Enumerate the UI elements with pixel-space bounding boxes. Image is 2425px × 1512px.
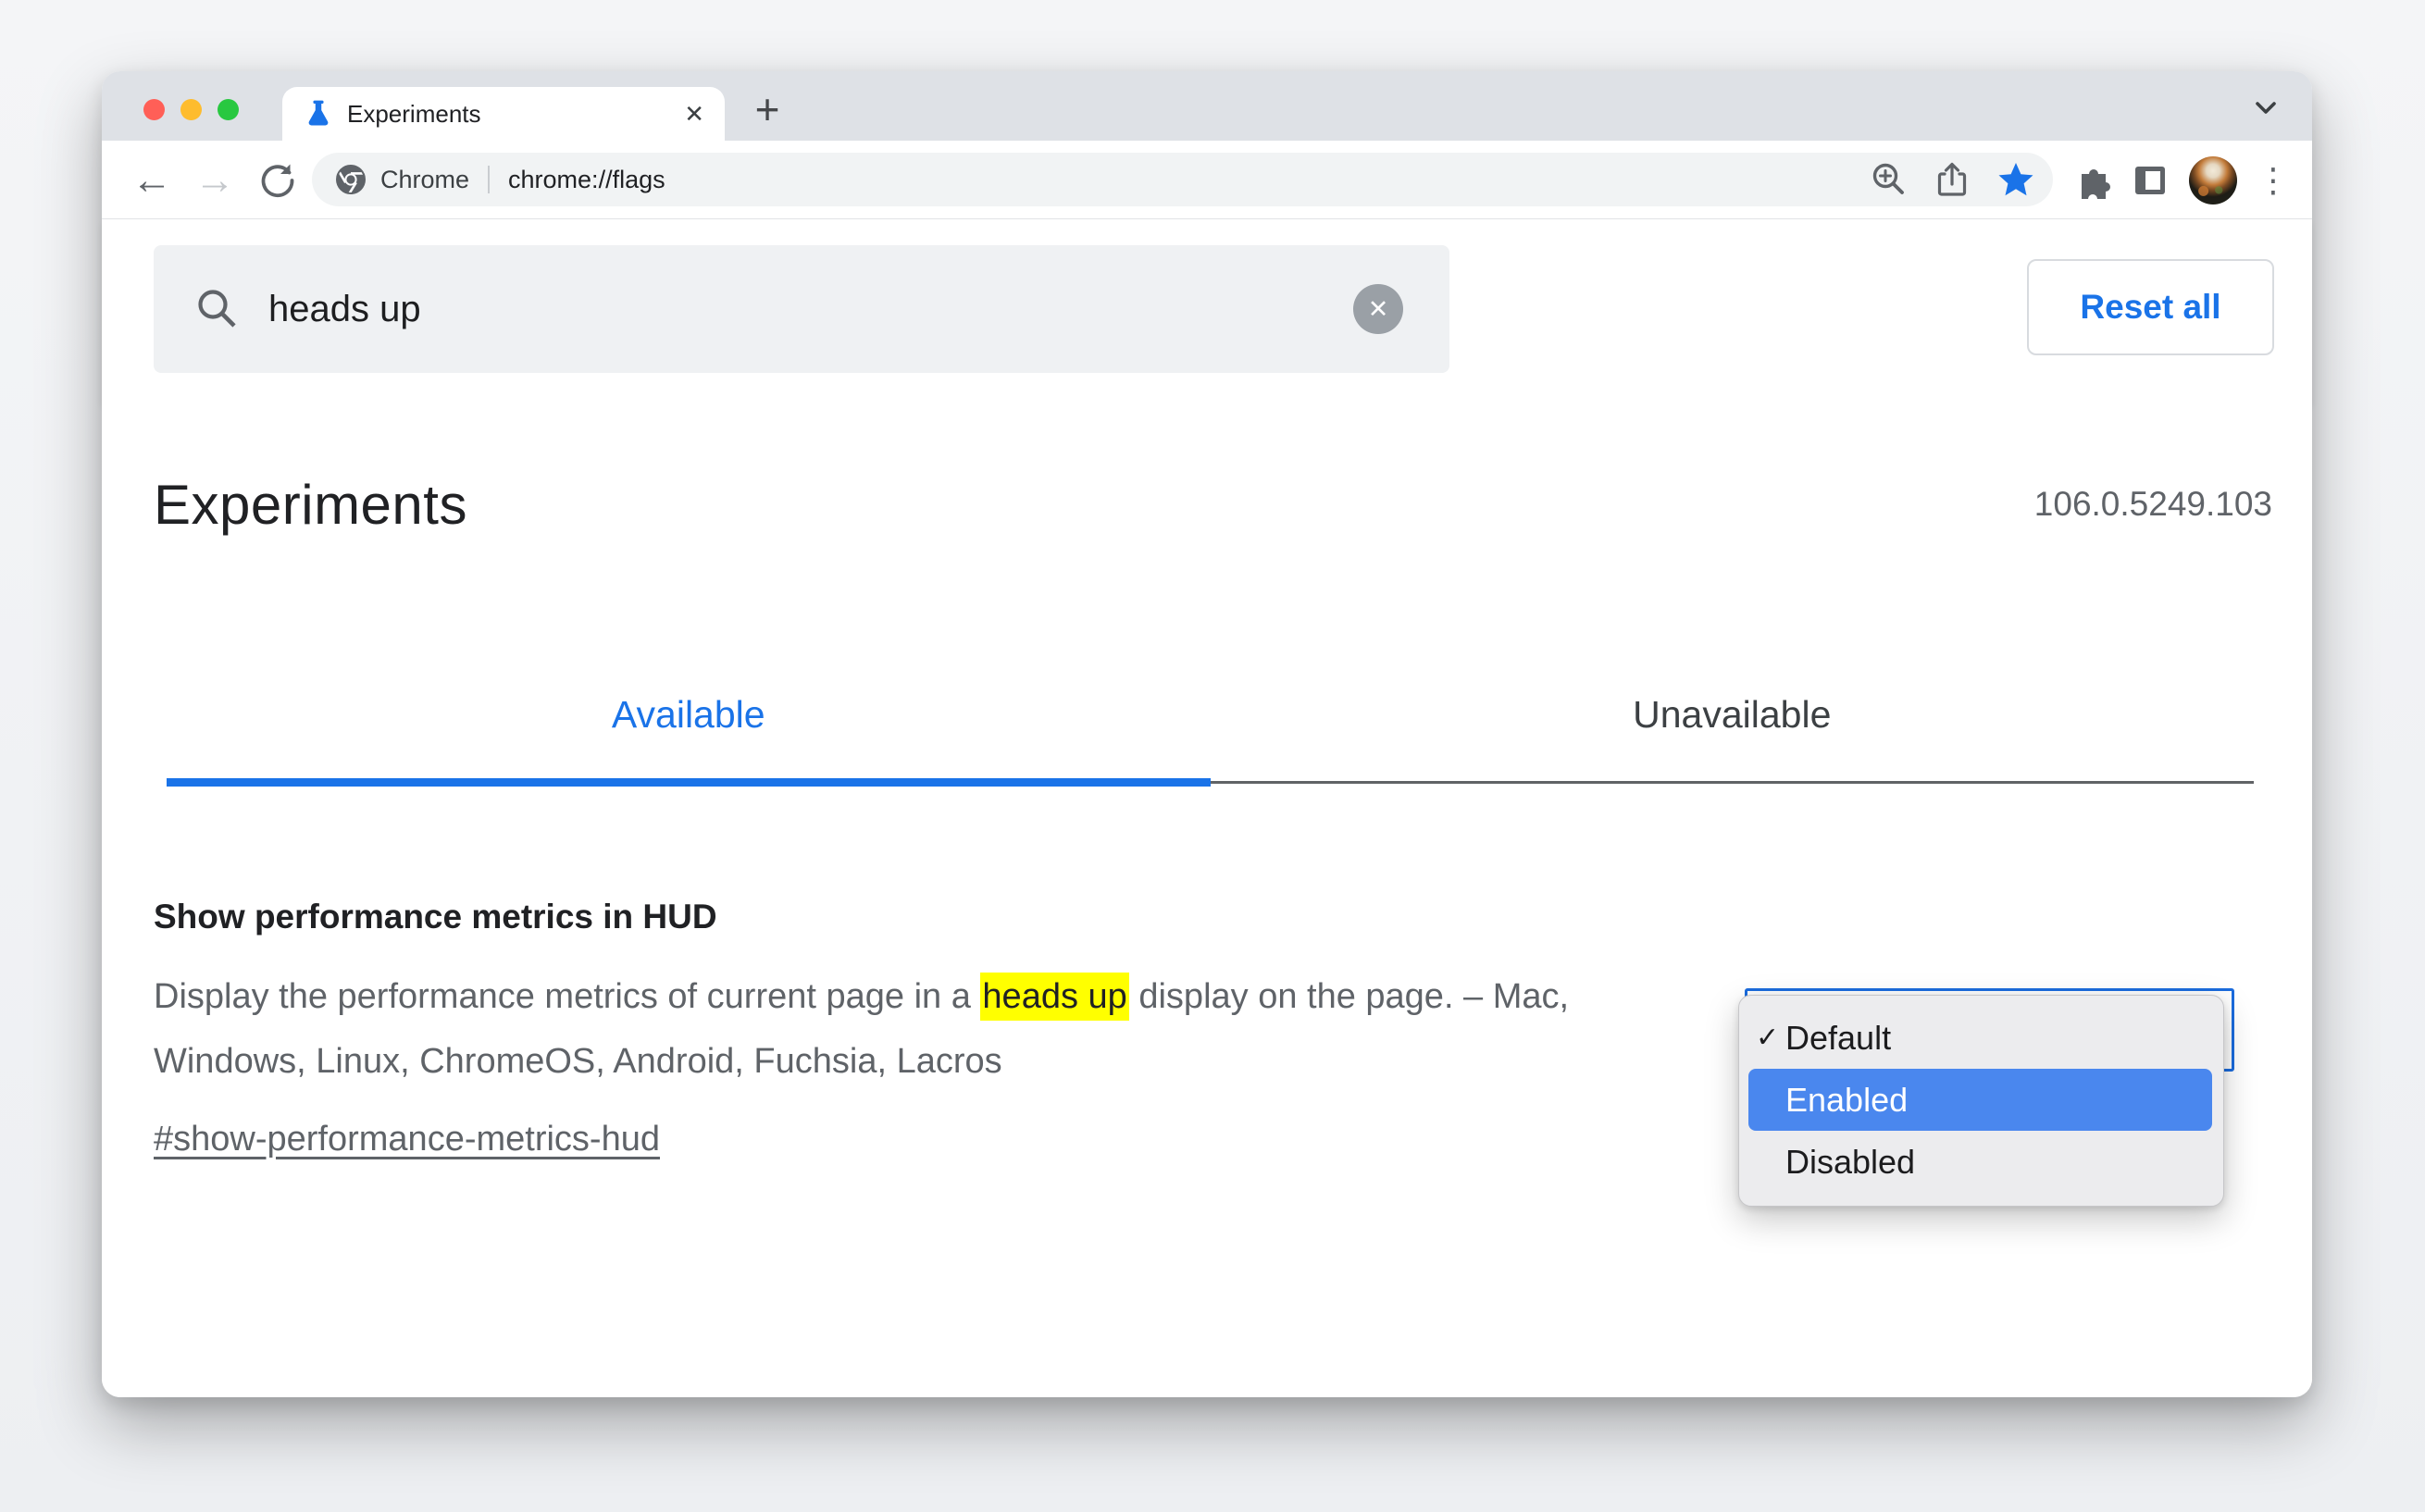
flags-search-input[interactable]: heads up ✕ [154, 245, 1449, 373]
menu-option-default[interactable]: ✓ Default [1739, 1007, 2223, 1069]
tab-available[interactable]: Available [167, 673, 1211, 781]
minimize-window-button[interactable] [180, 99, 202, 120]
url-text: chrome://flags [508, 165, 665, 193]
flag-permalink[interactable]: #show-performance-metrics-hud [154, 1120, 660, 1159]
flags-tabs-bar: Available Unavailable [167, 673, 2255, 787]
tab-title: Experiments [347, 99, 481, 128]
clear-search-icon[interactable]: ✕ [1353, 284, 1403, 334]
chrome-version: 106.0.5249.103 [2033, 485, 2272, 523]
check-icon: ✓ [1756, 1022, 1780, 1053]
search-icon [194, 286, 241, 332]
tab-search-chevron-icon[interactable] [2247, 92, 2284, 123]
browser-toolbar: ← → Chrome chrome://flags ⋮ [102, 141, 2312, 219]
close-window-button[interactable] [143, 99, 165, 120]
menu-kebab-icon[interactable]: ⋮ [2251, 141, 2295, 219]
new-tab-button[interactable]: + [742, 84, 792, 134]
menu-option-disabled[interactable]: Disabled [1739, 1131, 2223, 1193]
active-tab-underline [167, 778, 1211, 787]
option-label: Disabled [1785, 1142, 1916, 1181]
flags-page-content: Experiments 106.0.5249.103 Available Una… [102, 403, 2312, 1397]
browser-window: Experiments ✕ + ← → Chrome chrome://flag… [102, 71, 2312, 1397]
search-term-highlight: heads up [980, 973, 1129, 1021]
tab-experiments[interactable]: Experiments ✕ [282, 87, 725, 141]
omnibox-divider [488, 166, 491, 193]
side-panel-icon[interactable] [2128, 141, 2172, 219]
flag-entry: Show performance metrics in HUD Display … [154, 898, 1672, 1159]
menu-option-enabled[interactable]: Enabled [1748, 1069, 2212, 1131]
avatar-photo [2189, 155, 2237, 204]
forward-icon[interactable]: → [187, 141, 242, 219]
fullscreen-window-button[interactable] [218, 99, 239, 120]
tab-strip: Experiments ✕ + [102, 71, 2312, 141]
extensions-puzzle-icon[interactable] [2071, 141, 2116, 219]
flask-favicon-icon [306, 100, 330, 128]
page-title: Experiments [154, 473, 467, 536]
reset-all-button[interactable]: Reset all [2027, 259, 2274, 355]
option-label: Enabled [1785, 1080, 1909, 1119]
reload-icon[interactable] [250, 141, 305, 219]
zoom-icon[interactable] [1870, 160, 1909, 199]
flag-name: Show performance metrics in HUD [154, 898, 717, 936]
address-bar[interactable]: Chrome chrome://flags [312, 153, 2053, 206]
desc-before: Display the performance metrics of curre… [154, 977, 981, 1016]
share-icon[interactable] [1933, 160, 1971, 199]
option-label: Default [1785, 1018, 1892, 1057]
flags-toolbar: heads up ✕ Reset all [102, 219, 2312, 403]
bookmark-star-icon[interactable] [1996, 159, 2036, 200]
search-value: heads up [268, 288, 421, 329]
site-label: Chrome [380, 165, 470, 193]
flag-dropdown-menu: ✓ Default Enabled Disabled [1738, 995, 2224, 1207]
chrome-logo-icon [336, 165, 366, 194]
tab-unavailable[interactable]: Unavailable [1211, 673, 2255, 781]
back-icon[interactable]: ← [124, 141, 180, 219]
profile-avatar[interactable] [2189, 141, 2237, 219]
flag-description: Display the performance metrics of curre… [154, 964, 1625, 1094]
tab-close-icon[interactable]: ✕ [684, 100, 704, 129]
page-header: Experiments 106.0.5249.103 [154, 456, 2272, 552]
